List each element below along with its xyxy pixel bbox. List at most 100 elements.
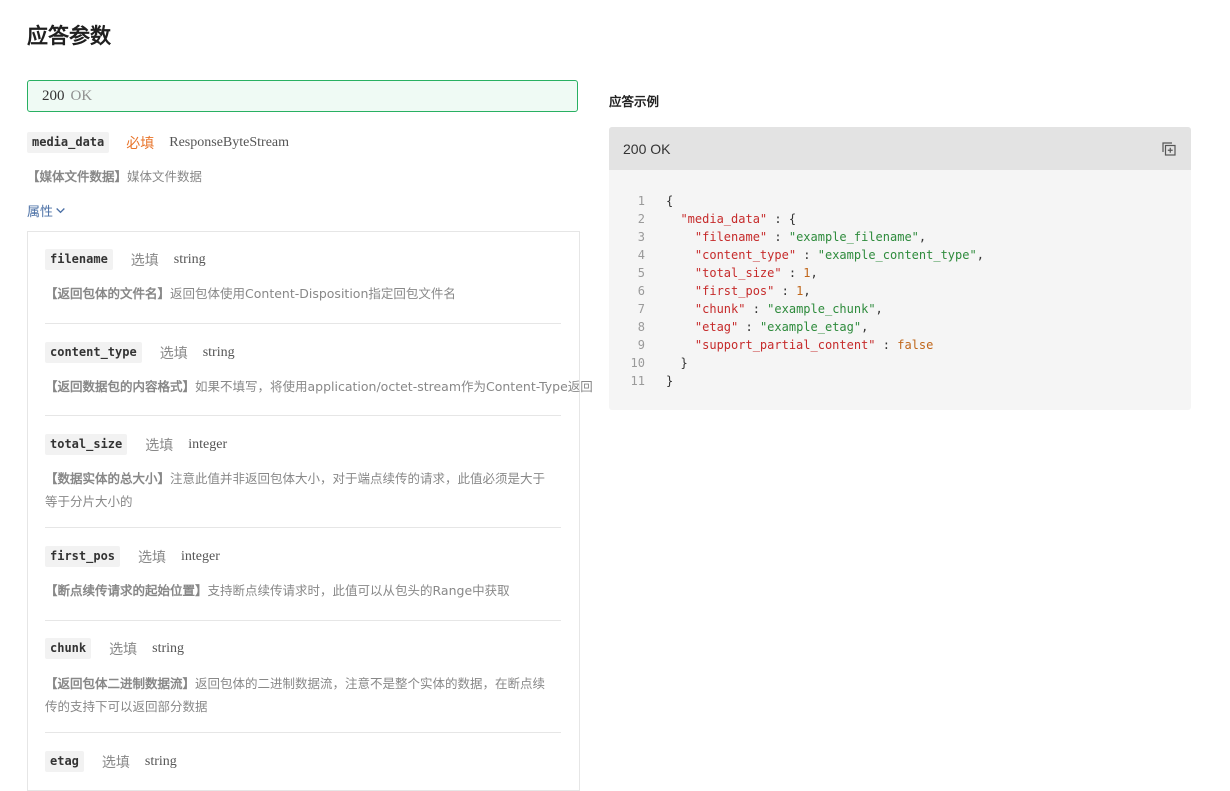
- field-type: integer: [181, 548, 220, 564]
- code-token: "total_size": [694, 266, 782, 280]
- code-content: {: [666, 192, 673, 210]
- field-row-total-size: total_size 选填 integer: [45, 434, 227, 455]
- field-description: 【数据实体的总大小】注意此值并非返回包体大小，对于端点续传的请求，此值必须是大于…: [45, 467, 545, 513]
- field-name-tag: etag: [45, 751, 84, 772]
- line-number: 11: [630, 374, 645, 388]
- code-content: }: [666, 372, 673, 390]
- code-line: 9 "support_partial_content" : false: [609, 336, 1191, 354]
- optional-label: 选填: [101, 755, 130, 771]
- code-line: 5 "total_size" : 1,: [609, 264, 1191, 282]
- required-label: 必填: [126, 136, 155, 152]
- optional-label: 选填: [159, 346, 188, 362]
- status-code: 200: [42, 87, 65, 104]
- code-line: 11}: [609, 372, 1191, 390]
- field-name-tag: first_pos: [45, 546, 121, 567]
- code-line: 10 }: [609, 354, 1191, 372]
- code-content: "total_size" : 1,: [666, 264, 818, 282]
- field-divider: [45, 732, 561, 733]
- field-description: 【返回数据包的内容格式】如果不填写，将使用application/octet-s…: [45, 375, 593, 398]
- field-divider: [45, 527, 561, 528]
- status-text: OK: [70, 87, 93, 104]
- field-divider: [45, 620, 561, 621]
- code-token: "support_partial_content": [694, 338, 876, 352]
- field-type: string: [173, 251, 206, 267]
- code-token: }: [666, 356, 688, 370]
- code-token: "filename": [694, 230, 768, 244]
- code-token: : {: [767, 212, 797, 226]
- field-row-content-type: content_type 选填 string: [45, 342, 235, 363]
- field-type: string: [152, 640, 185, 656]
- code-token: false: [897, 338, 934, 352]
- optional-label: 选填: [130, 253, 159, 269]
- description-title: 【返回数据包的内容格式】: [45, 379, 196, 394]
- description-text: 返回包体的二进制数据流，注意不是整个实体的数据，在断点续: [195, 676, 546, 691]
- code-token: ,: [918, 230, 927, 244]
- line-number: 9: [637, 338, 645, 352]
- description-text: 支持断点续传请求时，此值可以从包头的Range中获取: [207, 583, 510, 598]
- code-token: :: [738, 320, 760, 334]
- code-content: "content_type" : "example_content_type",: [666, 246, 984, 264]
- code-token: :: [781, 266, 804, 280]
- code-line: 1{: [609, 192, 1191, 210]
- code-token: ,: [875, 302, 883, 316]
- description-text-continued: 等于分片大小的: [45, 494, 133, 509]
- optional-label: 选填: [145, 438, 174, 454]
- code-token: :: [796, 248, 818, 262]
- field-row-etag: etag 选填 string: [45, 751, 177, 772]
- field-row-first-pos: first_pos 选填 integer: [45, 546, 220, 567]
- description-title: 【返回包体的文件名】: [45, 286, 171, 301]
- code-content: "media_data" : {: [666, 210, 796, 228]
- line-number: 8: [637, 320, 645, 334]
- code-token: "example_chunk": [767, 302, 876, 316]
- field-name-tag: content_type: [45, 342, 142, 363]
- field-description: 【断点续传请求的起始位置】支持断点续传请求时，此值可以从包头的Range中获取: [45, 579, 510, 602]
- example-header: 200 OK: [609, 127, 1191, 170]
- line-number: 4: [637, 248, 645, 262]
- line-number: 5: [637, 266, 645, 280]
- field-name-tag: media_data: [27, 132, 110, 153]
- field-row-media-data: media_data 必填 ResponseByteStream: [27, 132, 289, 153]
- description-text: 媒体文件数据: [127, 169, 203, 184]
- code-content: "etag" : "example_etag",: [666, 318, 868, 336]
- description-title: 【断点续传请求的起始位置】: [45, 583, 208, 598]
- field-type: integer: [188, 436, 228, 452]
- description-text-continued: 传的支持下可以返回部分数据: [45, 699, 208, 714]
- field-row-chunk: chunk 选填 string: [45, 638, 184, 659]
- code-content: }: [666, 354, 688, 372]
- properties-toggle[interactable]: 属性: [27, 201, 66, 220]
- field-divider: [45, 323, 561, 324]
- optional-label: 选填: [109, 642, 138, 658]
- field-name-tag: filename: [45, 249, 113, 270]
- description-text: 如果不填写，将使用application/octet-stream作为Conte…: [195, 379, 593, 394]
- line-number: 2: [637, 212, 645, 226]
- code-token: }: [666, 374, 674, 388]
- code-line: 8 "etag" : "example_etag",: [609, 318, 1191, 336]
- copy-icon[interactable]: [1162, 141, 1176, 156]
- code-token: :: [745, 302, 768, 316]
- field-name-tag: total_size: [45, 434, 128, 455]
- description-text: 返回包体使用Content-Disposition指定回包文件名: [170, 286, 456, 301]
- code-token: ,: [803, 284, 811, 298]
- field-type: string: [202, 344, 235, 360]
- field-type: ResponseByteStream: [169, 134, 290, 150]
- response-example-panel: 200 OK 1{2 "media_data" : {3 "filename" …: [609, 127, 1191, 410]
- code-token: "example_content_type": [817, 248, 977, 262]
- code-token: "etag": [694, 320, 739, 334]
- line-number: 10: [630, 356, 645, 370]
- code-content: "support_partial_content" : false: [666, 336, 933, 354]
- field-description: 【媒体文件数据】媒体文件数据: [27, 165, 202, 188]
- description-title: 【媒体文件数据】: [27, 169, 128, 184]
- code-content: "first_pos" : 1,: [666, 282, 811, 300]
- code-block: 1{2 "media_data" : {3 "filename" : "exam…: [609, 192, 1191, 390]
- example-title: 应答示例: [609, 94, 660, 109]
- response-status-selector[interactable]: 200 OK: [27, 80, 578, 112]
- field-description: 【返回包体的文件名】返回包体使用Content-Disposition指定回包文…: [45, 282, 456, 305]
- code-token: ,: [861, 320, 869, 334]
- code-content: "chunk" : "example_chunk",: [666, 300, 883, 318]
- code-token: 1: [803, 266, 811, 280]
- code-token: {: [666, 194, 674, 208]
- code-token: "chunk": [694, 302, 746, 316]
